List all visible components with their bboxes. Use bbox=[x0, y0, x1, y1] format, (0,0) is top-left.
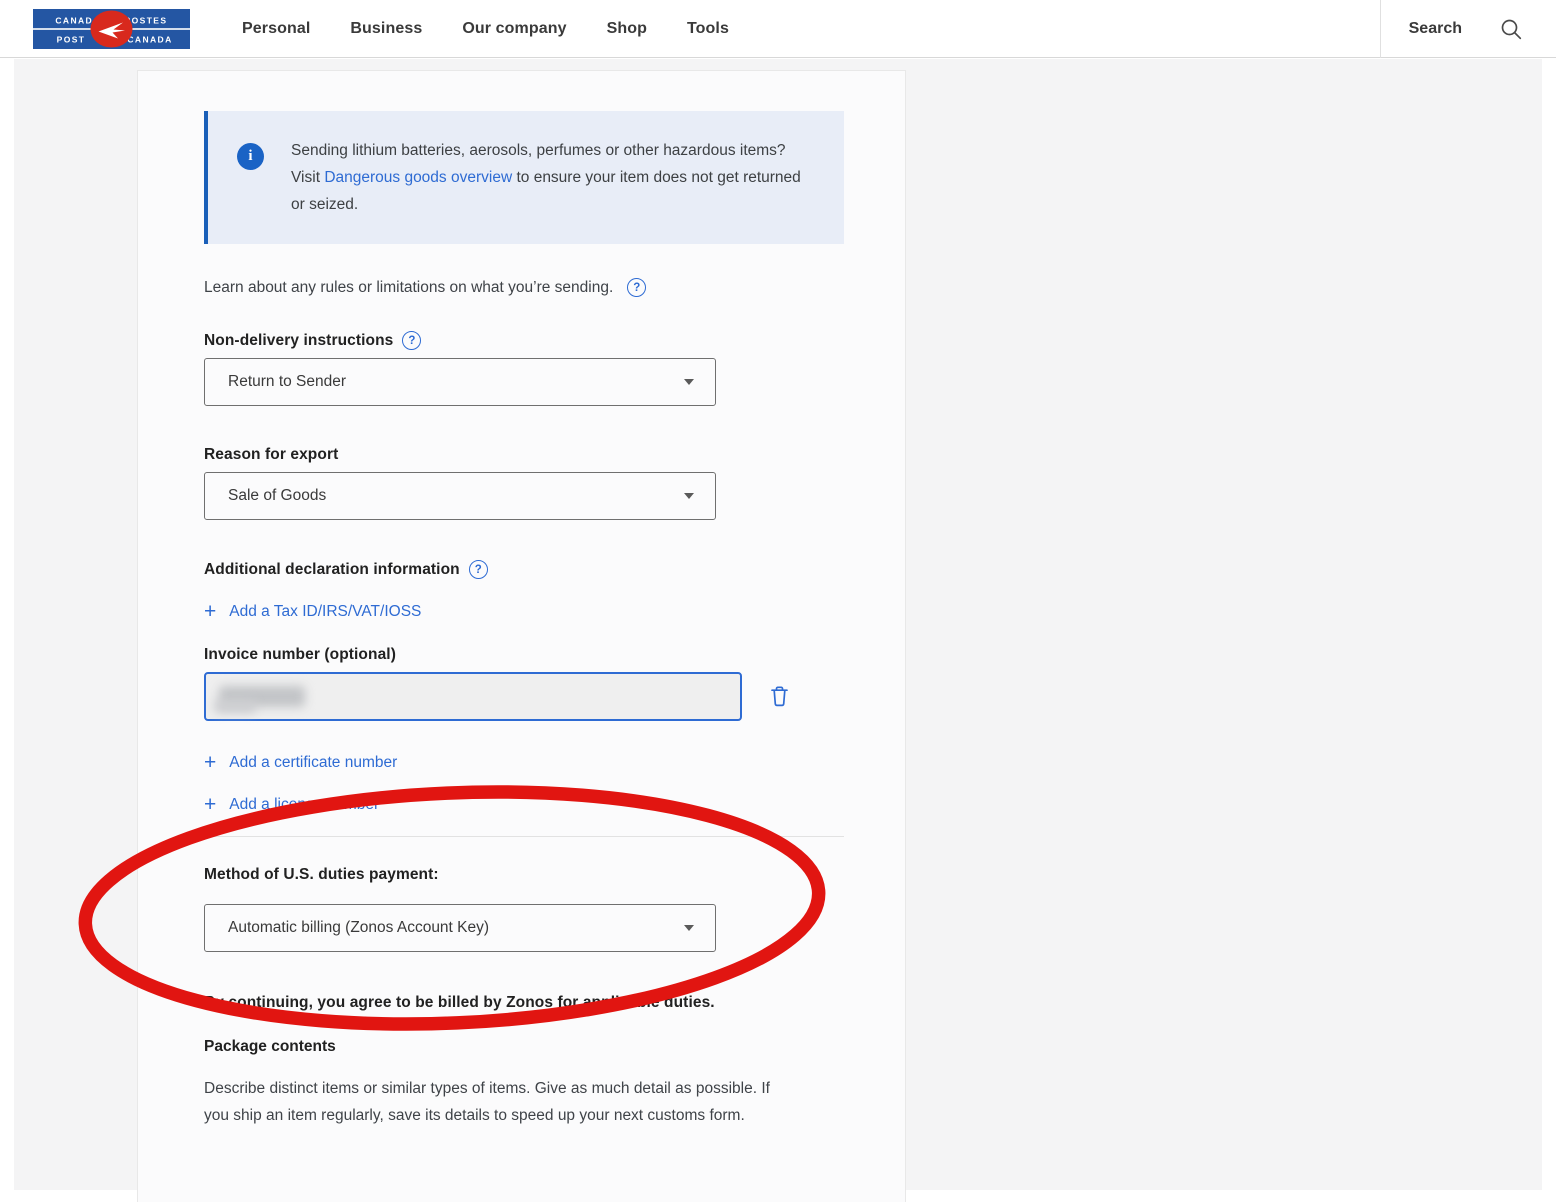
top-navigation-bar: CANADA POST POSTES CANADA Personal Busin… bbox=[0, 0, 1556, 58]
duties-payment-label-row: Method of U.S. duties payment: bbox=[204, 866, 905, 884]
duties-payment-selected-value: Automatic billing (Zonos Account Key) bbox=[228, 919, 489, 937]
main-nav: Personal Business Our company Shop Tools bbox=[242, 20, 729, 38]
additional-declaration-label: Additional declaration information bbox=[204, 561, 460, 579]
duties-payment-select[interactable]: Automatic billing (Zonos Account Key) bbox=[204, 904, 716, 952]
invoice-number-input[interactable] bbox=[204, 672, 742, 721]
chevron-down-icon bbox=[684, 925, 694, 931]
chevron-down-icon bbox=[684, 493, 694, 499]
trash-icon bbox=[769, 685, 790, 708]
nav-item-our-company[interactable]: Our company bbox=[462, 20, 566, 38]
section-divider bbox=[204, 836, 844, 837]
hazardous-items-info-alert: i Sending lithium batteries, aerosols, p… bbox=[204, 111, 844, 244]
add-certificate-label: Add a certificate number bbox=[229, 754, 397, 772]
nav-item-personal[interactable]: Personal bbox=[242, 20, 310, 38]
info-icon: i bbox=[237, 143, 264, 170]
dangerous-goods-overview-link[interactable]: Dangerous goods overview bbox=[324, 169, 512, 186]
zonos-agreement-note: By continuing, you agree to be billed by… bbox=[204, 994, 905, 1012]
plus-icon: + bbox=[204, 795, 216, 815]
add-tax-id-link[interactable]: + Add a Tax ID/IRS/VAT/IOSS bbox=[204, 602, 905, 622]
info-alert-text: Sending lithium batteries, aerosols, per… bbox=[291, 137, 811, 218]
non-delivery-instructions-label: Non-delivery instructions bbox=[204, 332, 393, 350]
learn-rules-row: Learn about any rules or limitations on … bbox=[204, 278, 905, 297]
chevron-down-icon bbox=[684, 379, 694, 385]
nav-item-tools[interactable]: Tools bbox=[687, 20, 729, 38]
reason-for-export-label: Reason for export bbox=[204, 446, 338, 464]
non-delivery-instructions-select[interactable]: Return to Sender bbox=[204, 358, 716, 406]
package-contents-title: Package contents bbox=[204, 1038, 905, 1056]
plus-icon: + bbox=[204, 602, 216, 622]
customs-form-card: i Sending lithium batteries, aerosols, p… bbox=[137, 70, 906, 1202]
svg-text:POST: POST bbox=[57, 34, 86, 44]
non-delivery-selected-value: Return to Sender bbox=[228, 373, 346, 391]
add-tax-id-label: Add a Tax ID/IRS/VAT/IOSS bbox=[229, 603, 421, 621]
reason-for-export-select[interactable]: Sale of Goods bbox=[204, 472, 716, 520]
canada-post-logo[interactable]: CANADA POST POSTES CANADA bbox=[33, 9, 190, 49]
invoice-number-label-row: Invoice number (optional) bbox=[204, 646, 905, 664]
nav-item-shop[interactable]: Shop bbox=[607, 20, 647, 38]
redacted-invoice-value bbox=[214, 700, 256, 713]
nav-item-business[interactable]: Business bbox=[350, 20, 422, 38]
reason-for-export-selected-value: Sale of Goods bbox=[228, 487, 326, 505]
learn-rules-text: Learn about any rules or limitations on … bbox=[204, 279, 613, 297]
package-contents-description: Describe distinct items or similar types… bbox=[204, 1075, 776, 1129]
duties-payment-label: Method of U.S. duties payment: bbox=[204, 866, 439, 884]
invoice-number-label: Invoice number (optional) bbox=[204, 646, 396, 664]
invoice-number-row bbox=[204, 672, 905, 721]
reason-for-export-label-row: Reason for export bbox=[204, 446, 905, 464]
help-icon[interactable]: ? bbox=[469, 560, 488, 579]
additional-declaration-label-row: Additional declaration information ? bbox=[204, 560, 905, 579]
search-label: Search bbox=[1409, 20, 1462, 38]
add-certificate-link[interactable]: + Add a certificate number bbox=[204, 753, 905, 773]
add-license-label: Add a license number bbox=[229, 796, 379, 814]
search-icon bbox=[1500, 18, 1522, 40]
delete-invoice-button[interactable] bbox=[769, 685, 790, 708]
search-button[interactable]: Search bbox=[1380, 0, 1556, 58]
help-icon[interactable]: ? bbox=[627, 278, 646, 297]
add-license-link[interactable]: + Add a license number bbox=[204, 795, 905, 815]
plus-icon: + bbox=[204, 753, 216, 773]
svg-text:CANADA: CANADA bbox=[127, 34, 172, 44]
help-icon[interactable]: ? bbox=[402, 331, 421, 350]
non-delivery-label-row: Non-delivery instructions ? bbox=[204, 331, 905, 350]
